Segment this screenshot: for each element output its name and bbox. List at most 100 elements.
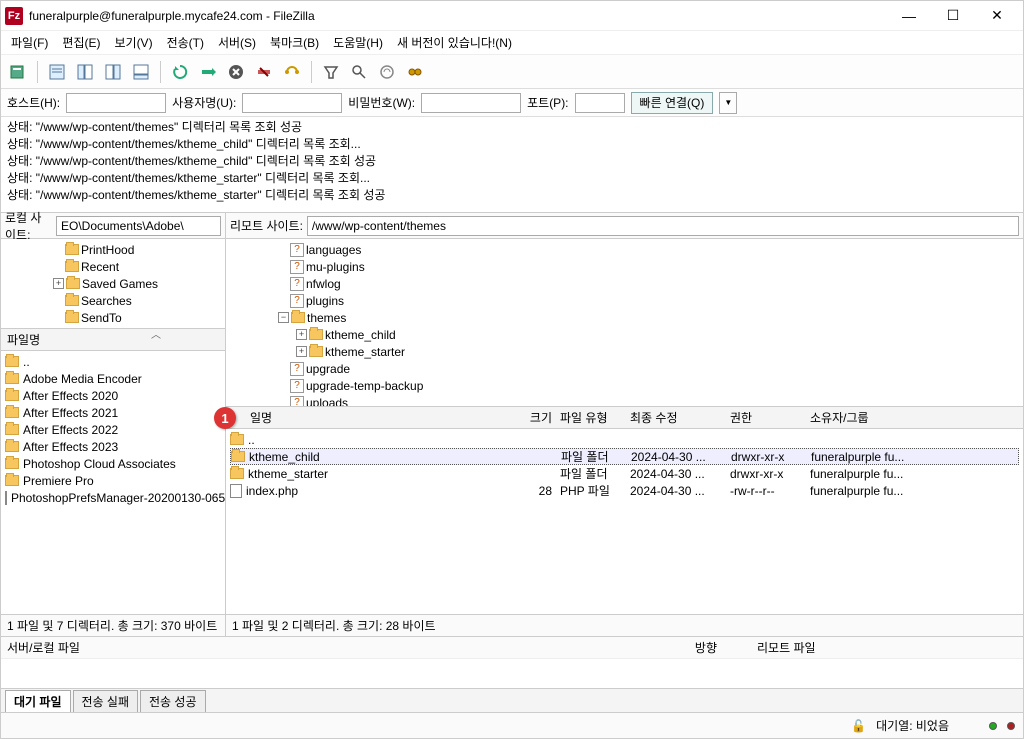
user-label: 사용자명(U): bbox=[172, 94, 236, 111]
tree-item[interactable]: ktheme_child bbox=[325, 328, 396, 342]
queue-list[interactable] bbox=[1, 658, 1023, 688]
tab-success[interactable]: 전송 성공 bbox=[140, 690, 206, 712]
cancel-button[interactable] bbox=[223, 59, 249, 85]
expander-icon[interactable]: − bbox=[278, 312, 289, 323]
toggle-remotetree-button[interactable] bbox=[100, 59, 126, 85]
list-item[interactable]: ktheme_starter파일 폴더2024-04-30 ...drwxr-x… bbox=[230, 465, 1019, 482]
tree-item[interactable]: PrintHood bbox=[81, 243, 134, 257]
list-item[interactable]: ktheme_child파일 폴더2024-04-30 ...drwxr-xr-… bbox=[230, 448, 1019, 465]
remote-list-header[interactable]: 일명 크기 파일 유형 최종 수정 권한 소유자/그룹 1 bbox=[226, 407, 1023, 429]
tree-item[interactable]: SendTo bbox=[81, 311, 122, 325]
folder-icon bbox=[65, 295, 79, 306]
menu-bookmarks[interactable]: 북마크(B) bbox=[264, 32, 325, 53]
unknown-folder-icon: ? bbox=[290, 260, 304, 274]
list-item[interactable]: index.php28PHP 파일2024-04-30 ...-rw-r--r-… bbox=[230, 482, 1019, 499]
list-item[interactable]: After Effects 2022 bbox=[5, 421, 221, 438]
toggle-localtree-button[interactable] bbox=[72, 59, 98, 85]
sync-browse-button[interactable] bbox=[374, 59, 400, 85]
toggle-queue-button[interactable] bbox=[128, 59, 154, 85]
folder-icon bbox=[5, 390, 19, 401]
filter-button[interactable] bbox=[318, 59, 344, 85]
list-item[interactable]: Adobe Media Encoder bbox=[5, 370, 221, 387]
col-type[interactable]: 파일 유형 bbox=[560, 409, 630, 426]
tree-item[interactable]: ktheme_starter bbox=[325, 345, 405, 359]
menu-help[interactable]: 도움말(H) bbox=[327, 32, 389, 53]
app-icon: Fz bbox=[5, 7, 23, 25]
sitemanager-button[interactable] bbox=[5, 59, 31, 85]
tree-item[interactable]: Recent bbox=[81, 260, 119, 274]
host-input[interactable] bbox=[66, 93, 166, 113]
tree-item[interactable]: Searches bbox=[81, 294, 132, 308]
col-name[interactable]: 일명 bbox=[250, 409, 510, 426]
quickconnect-button[interactable]: 빠른 연결(Q) bbox=[631, 92, 714, 114]
tree-item[interactable]: uploads bbox=[306, 396, 348, 408]
list-item[interactable]: After Effects 2023 bbox=[5, 438, 221, 455]
remote-panel: 리모트 사이트: ?languages ?mu-plugins ?nfwlog … bbox=[226, 213, 1023, 636]
menu-update[interactable]: 새 버전이 있습니다!(N) bbox=[391, 32, 518, 53]
col-permissions[interactable]: 권한 bbox=[730, 409, 810, 426]
menu-file[interactable]: 파일(F) bbox=[5, 32, 54, 53]
folder-icon bbox=[291, 312, 305, 323]
port-input[interactable] bbox=[575, 93, 625, 113]
folder-icon bbox=[5, 441, 19, 452]
quickconnect-dropdown[interactable]: ▼ bbox=[719, 92, 737, 114]
process-queue-button[interactable] bbox=[195, 59, 221, 85]
folder-icon bbox=[65, 312, 79, 323]
list-item[interactable]: PhotoshopPrefsManager-20200130-065 bbox=[5, 489, 221, 506]
tree-item[interactable]: Saved Games bbox=[82, 277, 158, 291]
tab-failed[interactable]: 전송 실패 bbox=[73, 690, 139, 712]
list-item[interactable]: After Effects 2020 bbox=[5, 387, 221, 404]
toggle-log-button[interactable] bbox=[44, 59, 70, 85]
queue-col-direction: 방향 bbox=[695, 639, 717, 656]
minimize-button[interactable]: — bbox=[887, 2, 931, 30]
refresh-button[interactable] bbox=[167, 59, 193, 85]
close-button[interactable]: ✕ bbox=[975, 2, 1019, 30]
reconnect-button[interactable] bbox=[279, 59, 305, 85]
username-input[interactable] bbox=[242, 93, 342, 113]
remote-file-list[interactable]: .. ktheme_child파일 폴더2024-04-30 ...drwxr-… bbox=[226, 429, 1023, 614]
menu-edit[interactable]: 편집(E) bbox=[56, 32, 106, 53]
remote-site-label: 리모트 사이트: bbox=[230, 217, 303, 234]
list-item[interactable]: After Effects 2021 bbox=[5, 404, 221, 421]
list-item[interactable]: .. bbox=[230, 431, 1019, 448]
compare-button[interactable] bbox=[346, 59, 372, 85]
disconnect-button[interactable] bbox=[251, 59, 277, 85]
remote-path-input[interactable] bbox=[307, 216, 1019, 236]
tree-item[interactable]: plugins bbox=[306, 294, 344, 308]
list-item[interactable]: .. bbox=[5, 353, 221, 370]
col-size[interactable]: 크기 bbox=[510, 409, 560, 426]
tree-item[interactable]: mu-plugins bbox=[306, 260, 365, 274]
tree-item[interactable]: nfwlog bbox=[306, 277, 341, 291]
col-owner[interactable]: 소유자/그룹 bbox=[810, 409, 1023, 426]
local-path-input[interactable] bbox=[56, 216, 221, 236]
remote-tree[interactable]: ?languages ?mu-plugins ?nfwlog ?plugins … bbox=[226, 239, 1023, 407]
local-file-list[interactable]: .. Adobe Media Encoder After Effects 202… bbox=[1, 351, 225, 614]
list-item[interactable]: Photoshop Cloud Associates bbox=[5, 455, 221, 472]
local-tree[interactable]: PrintHood Recent + Saved Games Searches S… bbox=[1, 239, 225, 329]
maximize-button[interactable]: ☐ bbox=[931, 2, 975, 30]
queue-header: 서버/로컬 파일 방향 리모트 파일 bbox=[1, 636, 1023, 658]
menu-transfer[interactable]: 전송(T) bbox=[161, 32, 210, 53]
tree-item[interactable]: upgrade-temp-backup bbox=[306, 379, 423, 393]
expander-icon[interactable]: + bbox=[296, 346, 307, 357]
col-modified[interactable]: 최종 수정 bbox=[630, 409, 730, 426]
port-label: 포트(P): bbox=[527, 94, 568, 111]
sort-chevron-icon: ︿ bbox=[151, 326, 161, 341]
folder-icon bbox=[5, 356, 19, 367]
menu-view[interactable]: 보기(V) bbox=[108, 32, 158, 53]
local-list-header[interactable]: 파일명 ︿ bbox=[1, 329, 225, 351]
tree-item[interactable]: upgrade bbox=[306, 362, 350, 376]
log-pane[interactable]: 상태: "/www/wp-content/themes" 디렉터리 목록 조회 … bbox=[1, 117, 1023, 213]
expander-icon[interactable]: + bbox=[296, 329, 307, 340]
tab-queued[interactable]: 대기 파일 bbox=[5, 690, 71, 712]
log-line: 상태: "/www/wp-content/themes/ktheme_start… bbox=[7, 170, 1017, 187]
col-filename[interactable]: 파일명 bbox=[1, 331, 40, 348]
tree-item[interactable]: themes bbox=[307, 311, 346, 325]
expander-icon[interactable]: + bbox=[53, 278, 64, 289]
password-input[interactable] bbox=[421, 93, 521, 113]
tree-item[interactable]: languages bbox=[306, 243, 361, 257]
toolbar bbox=[1, 55, 1023, 89]
find-button[interactable] bbox=[402, 59, 428, 85]
menu-server[interactable]: 서버(S) bbox=[212, 32, 262, 53]
list-item[interactable]: Premiere Pro bbox=[5, 472, 221, 489]
